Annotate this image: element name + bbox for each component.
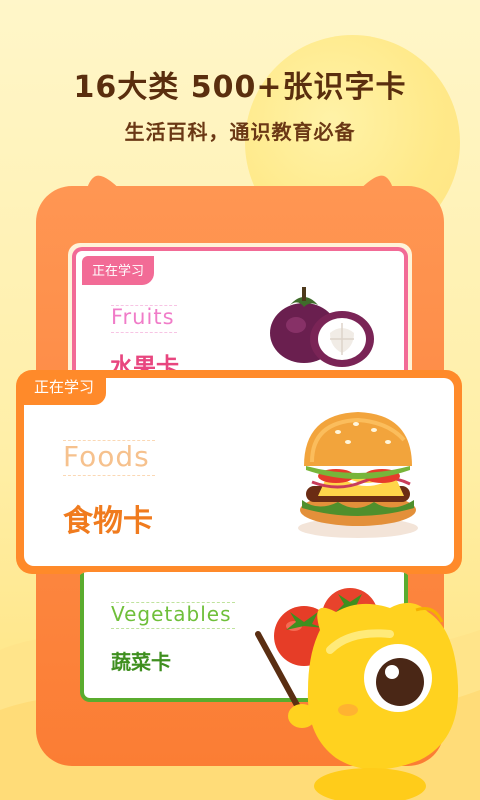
foods-learning-tag: 正在学习 <box>24 372 107 405</box>
page-subheadline: 生活百科，通识教育必备 <box>124 120 356 144</box>
mascot-character <box>255 602 459 800</box>
vegetables-chinese-label: 蔬菜卡 <box>111 650 171 674</box>
foods-chinese-label: 食物卡 <box>63 504 153 539</box>
foods-english-label: Foods <box>63 440 150 473</box>
fruits-learning-tag: 正在学习 <box>82 256 155 285</box>
fruits-english-label: Fruits <box>111 305 175 329</box>
mangosteen-image <box>270 287 374 367</box>
vegetables-english-label: Vegetables <box>111 602 232 626</box>
hamburger-image <box>298 412 419 538</box>
fruits-card[interactable]: 正在学习 Fruits 水果卡 <box>68 243 412 383</box>
page-headline: 16大类 500+张识字卡 <box>73 70 407 105</box>
foods-card[interactable]: 正在学习 Foods 食物卡 <box>16 370 462 574</box>
